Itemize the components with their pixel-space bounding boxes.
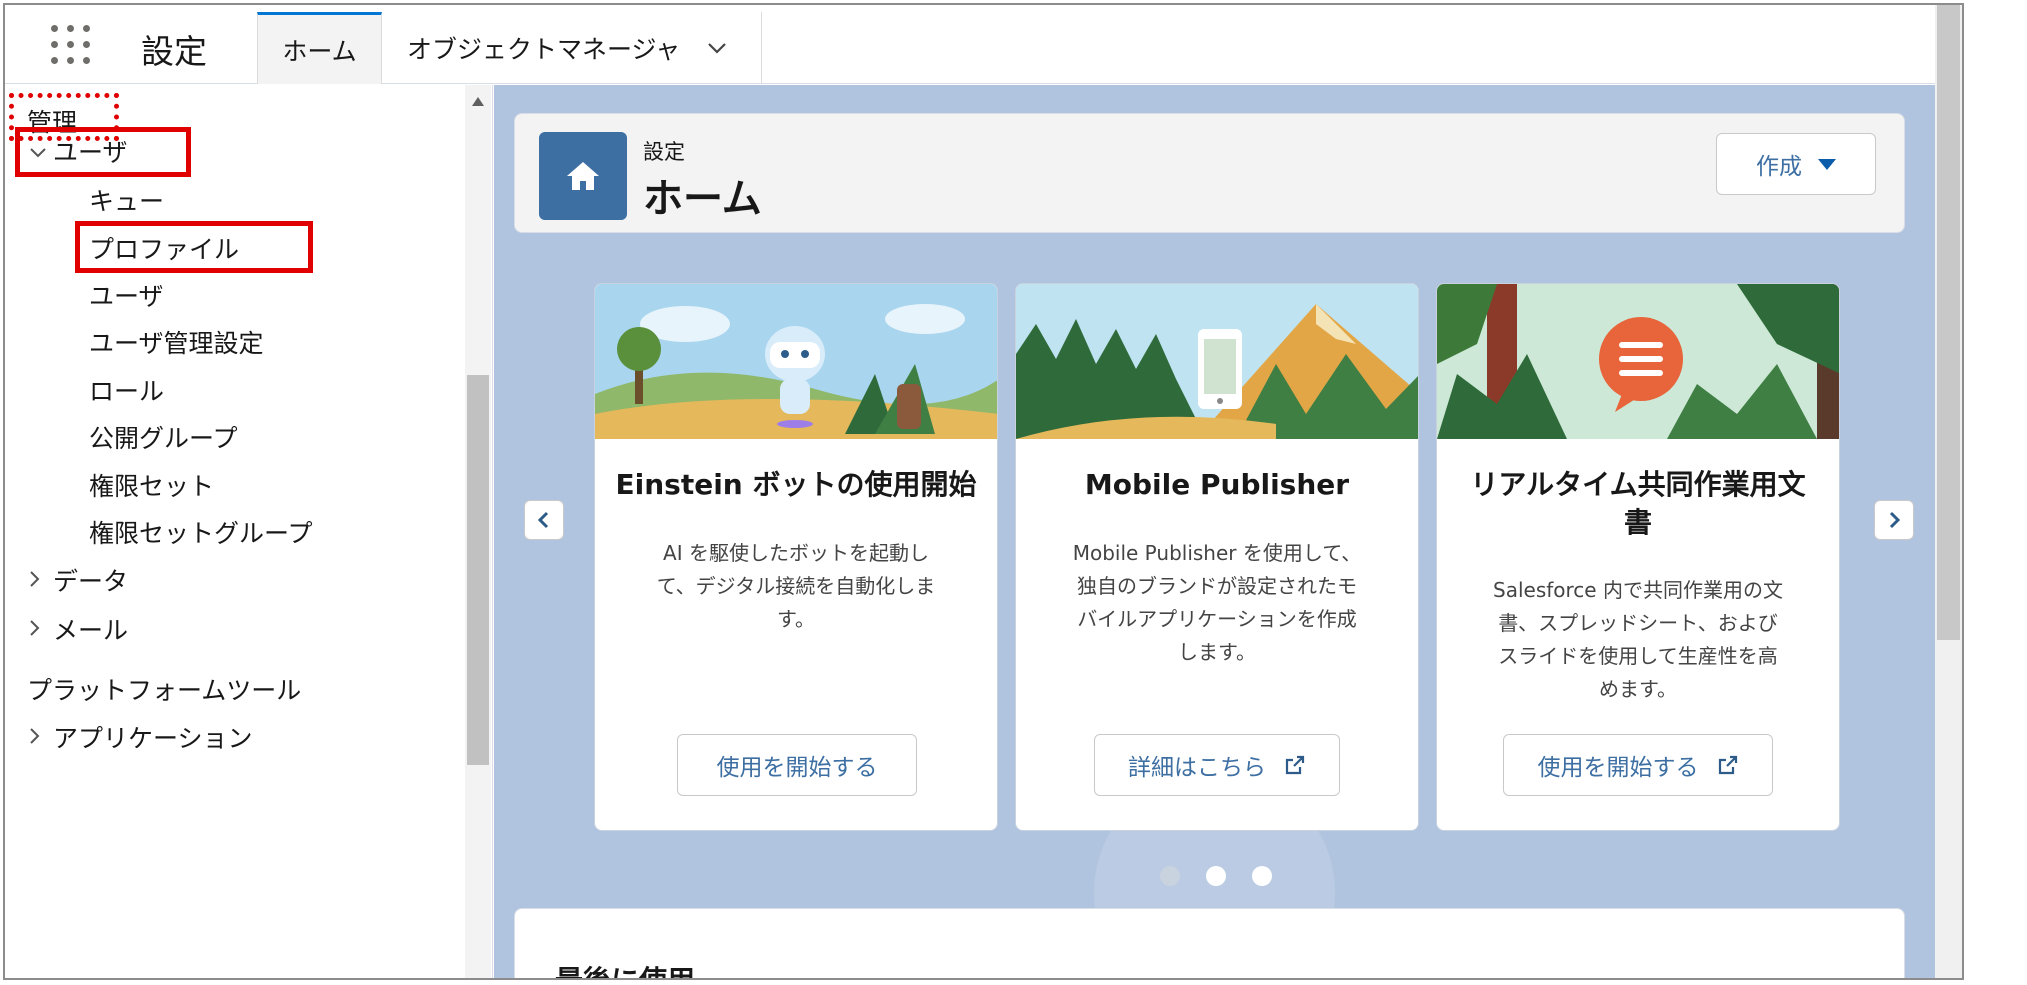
sidebar-group-apps[interactable]: アプリケーション: [53, 719, 253, 755]
setup-home-main: 設定 ホーム 作成 Einstein ボットの使用開始 AI を駆使したボットを…: [494, 85, 1935, 978]
sidebar-item-permission-set-groups[interactable]: 権限セットグループ: [89, 514, 313, 550]
description-line: AI を駆使したボットを起動し: [663, 541, 929, 565]
carousel-dot[interactable]: [1160, 866, 1180, 886]
sidebar-item-users[interactable]: ユーザ: [89, 277, 164, 313]
app-window: 設定 ホーム オブジェクトマネージャ 管理 ユーザ キュー プロファイル ユーザ…: [3, 3, 1964, 980]
description-line: て、デジタル接続を自動化しま: [656, 574, 936, 598]
highlight-users-group: [15, 127, 191, 177]
get-started-button-label: 使用を開始する: [1537, 755, 1699, 781]
caret-down-icon: [1818, 158, 1836, 170]
chevron-right-icon[interactable]: [25, 570, 43, 588]
chevron-right-icon: [1889, 511, 1901, 529]
main-scroll-thumb[interactable]: [1937, 5, 1960, 640]
description-line: Mobile Publisher を使用して、: [1072, 541, 1362, 565]
sidebar-section-platform-tools: プラットフォームツール: [27, 676, 302, 705]
home-icon: [539, 132, 627, 220]
einstein-bot-illustration: [595, 284, 997, 439]
setup-sidebar: 管理 ユーザ キュー プロファイル ユーザ ユーザ管理設定 ロール 公開グループ…: [5, 85, 493, 978]
page-subtitle: 設定: [643, 140, 685, 164]
promo-card-einstein-bots: Einstein ボットの使用開始 AI を駆使したボットを起動し て、デジタル…: [594, 283, 998, 831]
app-launcher-icon[interactable]: [51, 25, 91, 65]
page-title: ホーム: [643, 176, 762, 222]
get-started-button[interactable]: 使用を開始する: [1503, 734, 1773, 796]
description-line: めます。: [1599, 677, 1677, 701]
carousel-prev-button[interactable]: [524, 500, 564, 540]
chevron-right-icon[interactable]: [25, 727, 43, 745]
highlight-profiles: [75, 221, 313, 273]
promo-card-title: リアルタイム共同作業用文 書: [1447, 466, 1829, 542]
promo-card-description: AI を駆使したボットを起動し て、デジタル接続を自動化しま す。: [623, 537, 969, 636]
sidebar-group-data[interactable]: データ: [53, 562, 128, 598]
sidebar-item-queues[interactable]: キュー: [89, 182, 164, 218]
carousel-dot[interactable]: [1206, 866, 1226, 886]
promo-card-mobile-publisher: Mobile Publisher Mobile Publisher を使用して、…: [1015, 283, 1419, 831]
learn-more-button[interactable]: 詳細はこちら: [1094, 734, 1340, 796]
tab-object-manager-label: オブジェクトマネージャ: [407, 35, 681, 64]
sidebar-item-public-groups[interactable]: 公開グループ: [89, 419, 238, 455]
app-title: 設定: [141, 32, 207, 71]
collaboration-illustration: [1437, 284, 1839, 439]
description-line: 独自のブランドが設定されたモ: [1077, 574, 1357, 598]
mobile-publisher-illustration: [1016, 284, 1418, 439]
promo-card-description: Mobile Publisher を使用して、 独自のブランドが設定されたモ バ…: [1044, 537, 1390, 669]
recently-used-card: 最後に使用: [514, 908, 1905, 978]
promo-card-description: Salesforce 内で共同作業用の文 書、スプレッドシート、および スライド…: [1465, 574, 1811, 706]
chevron-down-icon[interactable]: [706, 37, 728, 59]
learn-more-button-label: 詳細はこちら: [1128, 755, 1266, 781]
main-scrollbar[interactable]: [1935, 5, 1962, 978]
sidebar-item-permission-sets[interactable]: 権限セット: [89, 467, 214, 503]
description-line: バイルアプリケーションを作成: [1077, 607, 1357, 631]
description-line: します。: [1178, 640, 1256, 664]
sidebar-item-user-management-settings[interactable]: ユーザ管理設定: [89, 324, 264, 360]
scroll-up-icon[interactable]: [472, 97, 484, 106]
chevron-right-icon[interactable]: [25, 619, 43, 637]
external-link-icon: [1285, 755, 1305, 775]
title-line: リアルタイム共同作業用文: [1470, 468, 1806, 501]
chevron-left-icon: [537, 511, 549, 529]
promo-card-quip: リアルタイム共同作業用文 書 Salesforce 内で共同作業用の文 書、スプ…: [1436, 283, 1840, 831]
tab-home[interactable]: ホーム: [257, 12, 382, 84]
get-started-button[interactable]: 使用を開始する: [677, 734, 917, 796]
sidebar-scroll-thumb[interactable]: [467, 375, 489, 765]
tab-object-manager[interactable]: オブジェクトマネージャ: [382, 12, 762, 84]
title-line: 書: [1623, 506, 1652, 539]
create-button[interactable]: 作成: [1716, 133, 1876, 195]
get-started-button-label: 使用を開始する: [716, 755, 878, 781]
sidebar-group-email[interactable]: メール: [53, 611, 128, 647]
recently-used-title: 最後に使用: [555, 959, 695, 978]
description-line: す。: [777, 607, 815, 631]
sidebar-item-roles[interactable]: ロール: [89, 372, 164, 408]
page-header: 設定 ホーム 作成: [514, 113, 1905, 233]
create-button-label: 作成: [1756, 154, 1802, 180]
carousel-dot[interactable]: [1252, 866, 1272, 886]
promo-card-title: Mobile Publisher: [1084, 468, 1350, 501]
description-line: Salesforce 内で共同作業用の文: [1493, 578, 1783, 602]
carousel-next-button[interactable]: [1874, 500, 1914, 540]
external-link-icon: [1718, 755, 1737, 775]
promo-card-title: Einstein ボットの使用開始: [615, 468, 977, 501]
description-line: 書、スプレッドシート、および: [1498, 611, 1778, 635]
description-line: スライドを使用して生産性を高: [1498, 644, 1778, 668]
top-navigation: 設定 ホーム オブジェクトマネージャ: [5, 5, 1962, 84]
